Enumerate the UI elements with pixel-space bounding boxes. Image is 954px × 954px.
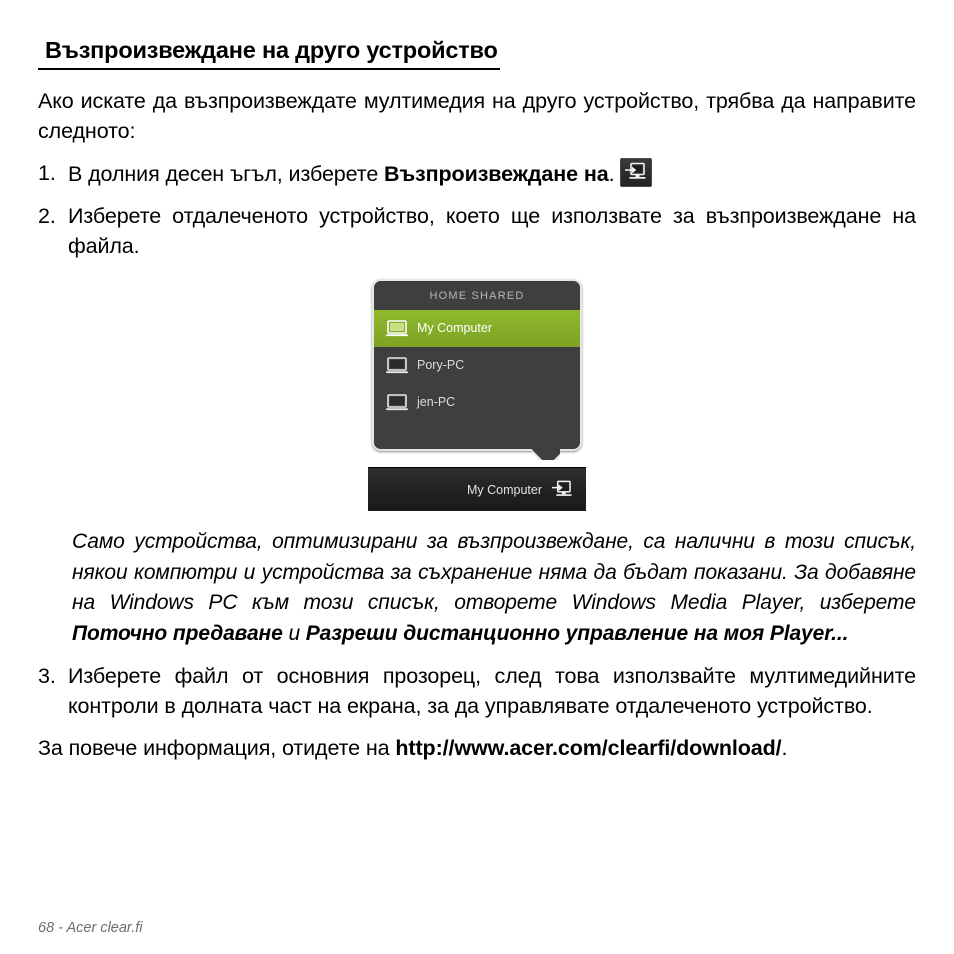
media-bottom-bar: My Computer [368,467,586,512]
step-body: В долния десен ъгъл, изберете Възпроизве… [68,158,916,189]
step-number: 2. [38,204,56,229]
closing-text-before: За повече информация, отидете на [38,736,396,761]
note-bold-streaming: Поточно предаване [72,621,283,645]
bottom-bar-label: My Computer [466,482,542,497]
device-list-item-my-computer[interactable]: My Computer [374,310,580,348]
list-item-step-3: 3. Изберете файл от основния прозорец, с… [38,661,916,721]
screenshot-upper-area: HOME SHARED My Computer Pory-PC jen-PC [368,275,586,452]
intro-paragraph: Ако искате да възпроизвеждате мултимедия… [38,89,916,144]
closing-paragraph: За повече информация, отидете на http://… [38,733,916,763]
play-to-icon[interactable] [551,480,572,499]
device-list-item-jen-pc[interactable]: jen-PC [374,384,580,422]
play-to-icon [620,158,653,188]
list-item-step-1: 1. В долния десен ъгъл, изберете Възпрои… [38,158,916,189]
note-text-part2: и [282,621,306,645]
clearfi-download-link[interactable]: http://www.acer.com/clearfi/download/ [395,736,781,760]
device-list-item-pory-pc[interactable]: Pory-PC [374,347,580,385]
step-number: 1. [38,161,56,186]
closing-text-after: . [781,736,788,761]
step-text-before: В долния десен ъгъл, изберете [68,162,385,187]
laptop-icon [386,394,408,411]
device-list-popup-inner: HOME SHARED My Computer Pory-PC jen-PC [374,281,580,450]
device-list-item-label: My Computer [417,321,493,336]
note-text-part1: Само устройства, оптимизирани за възпрои… [72,530,916,615]
device-list-item-label: Pory-PC [417,358,465,373]
list-item-step-2: 2. Изберете отдалеченото устройство, кое… [38,201,916,261]
page-title-wrapper: Възпроизвеждане на друго устройство [38,30,916,71]
step-number: 3. [38,664,56,689]
laptop-icon [386,357,408,374]
page-title: Възпроизвеждане на друго устройство [38,30,500,71]
popup-pointer-arrow [532,447,560,460]
step-body: Изберете отдалеченото устройство, което … [68,204,916,259]
device-list-item-label: jen-PC [417,395,456,410]
step-text-after: . [608,162,615,187]
step-bold-text: Възпроизвеждане на [384,162,609,187]
note-paragraph: Само устройства, оптимизирани за възпрои… [38,527,916,649]
laptop-icon [386,320,408,337]
document-page: Възпроизвеждане на друго устройство Ако … [0,0,954,954]
embedded-screenshot: HOME SHARED My Computer Pory-PC jen-PC M… [368,275,586,512]
note-bold-remote-control: Разреши дистанционно управление на моя P… [305,621,849,645]
device-list-popup: HOME SHARED My Computer Pory-PC jen-PC [372,279,582,452]
page-footer: 68 - Acer clear.fi [38,920,143,936]
step-body: Изберете файл от основния прозорец, след… [68,664,916,719]
popup-empty-space [374,421,580,450]
popup-header-label: HOME SHARED [374,281,580,311]
